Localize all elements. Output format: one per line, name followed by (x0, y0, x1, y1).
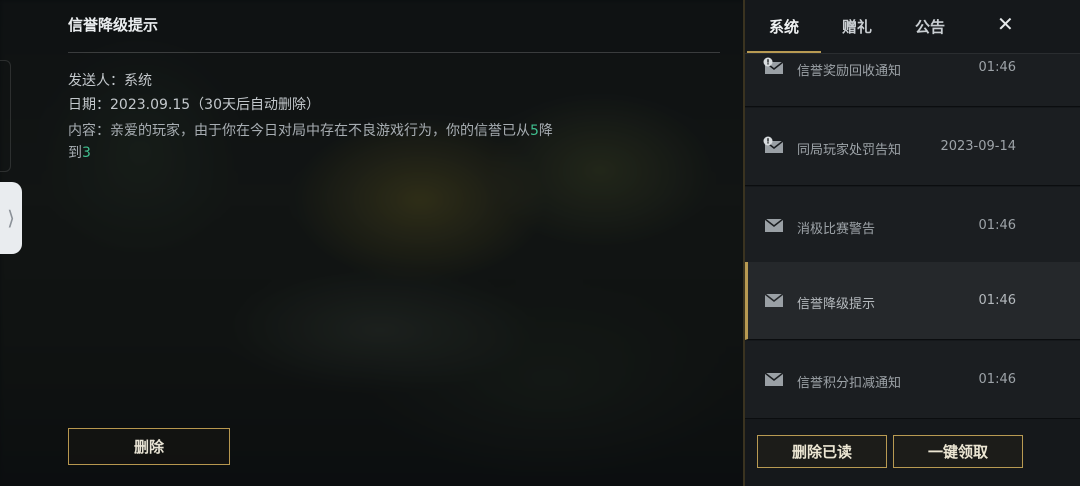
sender-row: 发送人：系统 (68, 70, 152, 90)
tab-bar: 系统 赠礼 公告 ✕ (745, 0, 1080, 54)
mail-alert-icon (763, 136, 784, 153)
mail-detail-title: 信誉降级提示 (68, 16, 159, 34)
delete-read-button[interactable]: 删除已读 (757, 435, 887, 468)
expand-handle[interactable]: ⟩ (0, 182, 22, 254)
mail-actions: 删除已读 一键领取 (745, 419, 1080, 486)
mail-item[interactable]: 信誉奖励回收通知 01:46 (745, 54, 1080, 107)
mail-subject: 消极比赛警告 (797, 222, 876, 237)
date-row: 日期：2023.09.15（30天后自动删除） (68, 94, 320, 114)
tab-notice[interactable]: 公告 (915, 16, 945, 37)
mail-time: 2023-09-14 (940, 139, 1016, 154)
mail-time: 01:46 (978, 218, 1016, 233)
close-icon[interactable]: ✕ (997, 12, 1014, 36)
date-label: 日期： (68, 97, 110, 113)
mail-item[interactable]: 同局玩家处罚告知 2023-09-14 (745, 108, 1080, 186)
mail-item[interactable]: 信誉积分扣减通知 01:46 (745, 341, 1080, 419)
divider (68, 52, 720, 53)
content-text: 亲爱的玩家，由于你在今日对局中存在不良游戏行为，你的信誉已从 (110, 123, 530, 139)
delete-button[interactable]: 删除 (68, 428, 230, 465)
mail-time: 01:46 (978, 372, 1016, 387)
mail-icon (764, 218, 784, 232)
date-value: 2023.09.15 (110, 97, 191, 113)
mail-subject: 同局玩家处罚告知 (797, 143, 902, 158)
mail-panel: 系统 赠礼 公告 ✕ 信誉奖励回收通知 01:46 同局玩家处罚告知 2023-… (743, 0, 1080, 486)
auto-delete-note: （30天后自动删除） (190, 97, 320, 113)
chevron-right-icon: ⟩ (7, 206, 15, 230)
mail-time: 01:46 (978, 293, 1016, 308)
mail-item[interactable]: 消极比赛警告 01:46 (745, 187, 1080, 265)
mail-icon (764, 293, 784, 307)
to-level: 3 (82, 145, 91, 161)
side-frame (0, 60, 11, 172)
mail-alert-icon (763, 57, 784, 74)
sender-value: 系统 (124, 73, 152, 89)
mail-subject: 信誉积分扣减通知 (797, 376, 902, 391)
from-level: 5 (530, 123, 539, 139)
mail-subject: 信誉降级提示 (797, 297, 876, 312)
mail-item-selected[interactable]: 信誉降级提示 01:46 (745, 262, 1080, 340)
content-label: 内容： (68, 123, 110, 139)
mail-list: 信誉奖励回收通知 01:46 同局玩家处罚告知 2023-09-14 消极比赛警… (745, 54, 1080, 419)
claim-all-button[interactable]: 一键领取 (893, 435, 1023, 468)
tab-gift[interactable]: 赠礼 (842, 16, 872, 37)
mail-content: 内容：亲爱的玩家，由于你在今日对局中存在不良游戏行为，你的信誉已从5降到3 (68, 120, 558, 164)
tab-system[interactable]: 系统 (769, 16, 799, 37)
mail-time: 01:46 (978, 60, 1016, 75)
mail-icon (764, 372, 784, 386)
sender-label: 发送人： (68, 73, 124, 89)
mail-subject: 信誉奖励回收通知 (797, 64, 902, 79)
